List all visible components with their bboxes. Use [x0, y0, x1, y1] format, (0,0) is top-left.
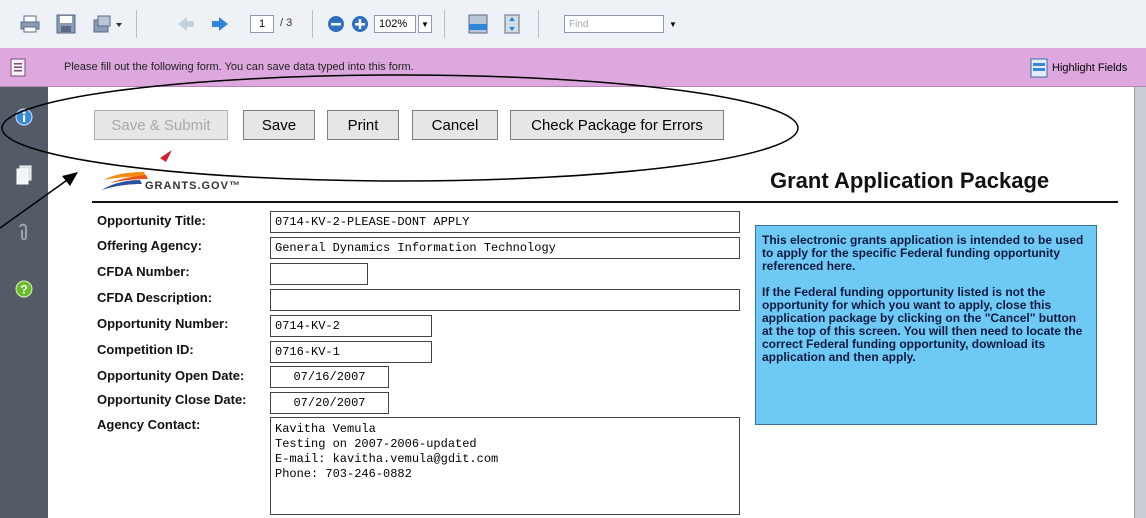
fit-page-icon[interactable] — [502, 14, 522, 34]
opportunity-title-field[interactable]: 0714-KV-2-PLEASE-DONT APPLY — [270, 211, 740, 233]
navigation-panel: ? — [0, 87, 48, 518]
cancel-button[interactable]: Cancel — [412, 110, 498, 140]
fit-width-icon[interactable] — [468, 14, 488, 34]
contact-line: Testing on 2007-2006-updated — [275, 437, 477, 451]
pdf-toolbar: 1 / 3 102% ▼ Find ▼ — [0, 0, 1146, 48]
find-input[interactable]: Find — [564, 15, 664, 33]
page-title: Grant Application Package — [770, 168, 1050, 193]
vertical-scrollbar[interactable] — [1134, 87, 1146, 518]
print-button[interactable]: Print — [327, 110, 399, 140]
save-and-submit-button[interactable]: Save & Submit — [94, 110, 228, 140]
help-icon[interactable]: ? — [14, 279, 34, 299]
attachments-icon[interactable] — [14, 223, 34, 243]
cfda-description-label: CFDA Description: — [97, 290, 213, 305]
previous-page-icon[interactable] — [176, 14, 196, 34]
save-button[interactable]: Save — [243, 110, 315, 140]
document-message-icon — [10, 58, 26, 77]
pages-dropdown-icon[interactable] — [92, 14, 128, 34]
zoom-dropdown-icon[interactable]: ▼ — [418, 15, 432, 33]
open-date-label: Opportunity Open Date: — [97, 368, 245, 383]
instructions-box: This electronic grants application is in… — [755, 225, 1097, 425]
print-icon[interactable] — [20, 14, 40, 34]
pages-panel-icon[interactable] — [14, 165, 34, 185]
annotation-arrowhead — [62, 172, 78, 186]
find-dropdown-icon[interactable]: ▼ — [666, 15, 680, 33]
svg-text:?: ? — [20, 283, 27, 297]
page-total: / 3 — [280, 17, 293, 29]
opportunity-title-label: Opportunity Title: — [97, 213, 206, 228]
agency-contact-field[interactable]: Kavitha Vemula Testing on 2007-2006-upda… — [270, 417, 740, 515]
highlight-fields-label: Highlight Fields — [1052, 62, 1128, 74]
zoom-level-field[interactable]: 102% — [374, 15, 416, 33]
close-date-label: Opportunity Close Date: — [97, 392, 247, 407]
contact-line: Phone: 703-246-0882 — [275, 467, 412, 481]
offering-agency-label: Offering Agency: — [97, 238, 202, 253]
form-notification-bar: Please fill out the following form. You … — [0, 48, 1146, 87]
contact-line: E-mail: kavitha.vemula@gdit.com — [275, 452, 499, 466]
cfda-description-field[interactable] — [270, 289, 740, 311]
cfda-number-label: CFDA Number: — [97, 264, 190, 279]
header-divider — [92, 201, 1118, 203]
highlight-fields-icon — [1030, 58, 1048, 78]
open-date-field[interactable]: 07/16/2007 — [270, 366, 389, 388]
contact-line: Kavitha Vemula — [275, 422, 376, 436]
instructions-paragraph: This electronic grants application is in… — [762, 233, 1084, 273]
instructions-paragraph: If the Federal funding opportunity liste… — [762, 285, 1083, 364]
next-page-icon[interactable] — [210, 14, 230, 34]
opportunity-number-field[interactable]: 0714-KV-2 — [270, 315, 432, 337]
agency-contact-label: Agency Contact: — [97, 417, 201, 432]
logo-text: GRANTS.GOV™ — [145, 180, 241, 192]
zoom-out-icon[interactable] — [326, 14, 346, 34]
close-date-field[interactable]: 07/20/2007 — [270, 392, 389, 414]
notification-message: Please fill out the following form. You … — [64, 61, 414, 73]
opportunity-number-label: Opportunity Number: — [97, 316, 229, 331]
offering-agency-field[interactable]: General Dynamics Information Technology — [270, 237, 740, 259]
check-package-button[interactable]: Check Package for Errors — [510, 110, 724, 140]
highlight-fields-button[interactable]: Highlight Fields — [1030, 56, 1127, 80]
info-icon[interactable] — [14, 107, 34, 127]
page-number-input[interactable]: 1 — [250, 15, 274, 33]
competition-id-label: Competition ID: — [97, 342, 194, 357]
competition-id-field[interactable]: 0716-KV-1 — [270, 341, 432, 363]
save-icon[interactable] — [56, 14, 76, 34]
zoom-in-icon[interactable] — [350, 14, 370, 34]
cfda-number-field[interactable] — [270, 263, 368, 285]
